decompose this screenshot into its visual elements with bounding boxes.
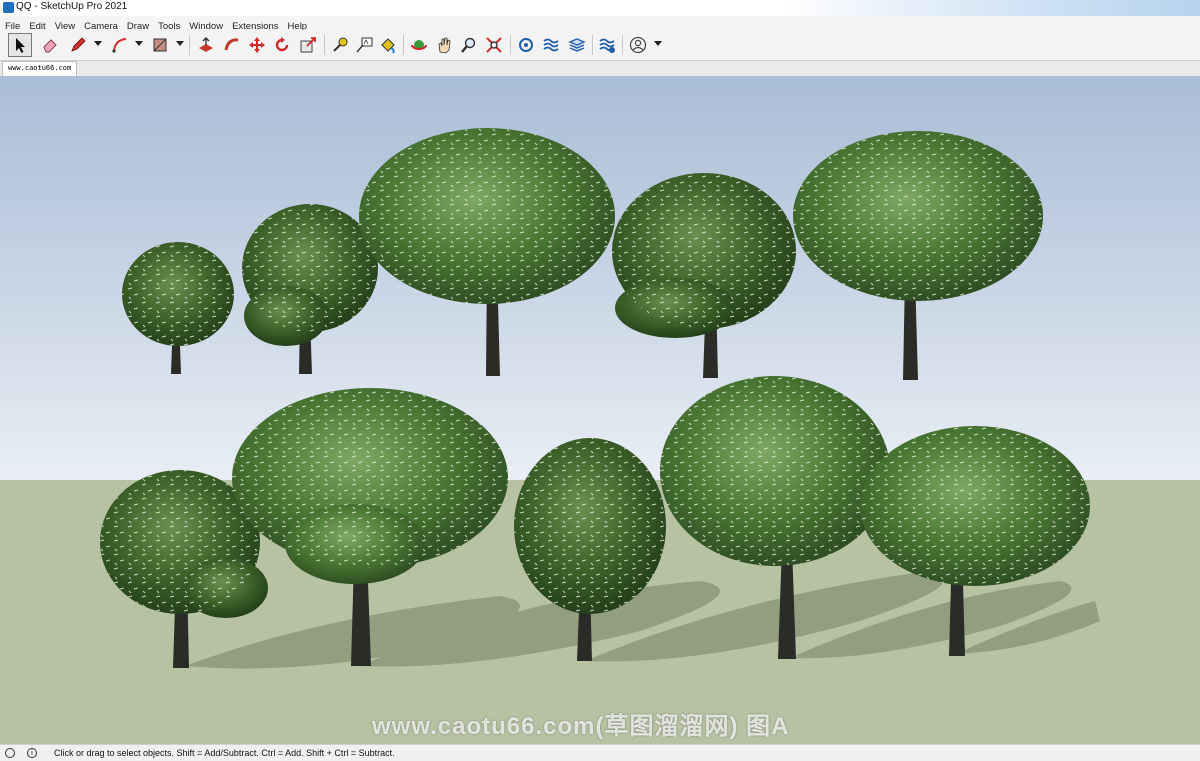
- window-title: QQ - SketchUp Pro 2021: [16, 1, 128, 12]
- title-bar-background: [780, 0, 1200, 16]
- account-button[interactable]: [626, 33, 650, 57]
- pan-tool-button[interactable]: [432, 33, 456, 57]
- paint-bucket-tool-button[interactable]: [376, 33, 400, 57]
- zoom-extents-tool-button[interactable]: [482, 33, 506, 57]
- scene-tab-bar: www.caotu66.com: [0, 61, 1200, 76]
- toolbar-separator: [324, 35, 325, 55]
- extension-manager-button[interactable]: [595, 33, 619, 57]
- paint-bucket-tool-icon: [381, 38, 395, 54]
- orbit-tool-button[interactable]: [407, 33, 431, 57]
- scene-tab[interactable]: www.caotu66.com: [2, 61, 78, 76]
- eraser-tool-icon: [43, 39, 57, 53]
- move-tool-icon: [249, 37, 265, 53]
- info-icon[interactable]: i: [27, 748, 37, 758]
- push-pull-tool-button[interactable]: [194, 33, 218, 57]
- extension-warehouse-button[interactable]: [539, 33, 563, 57]
- status-bar: i Click or drag to select objects. Shift…: [0, 744, 1200, 761]
- watermark-text: www.caotu66.com(草图溜溜网) 图A: [372, 713, 790, 740]
- toolbar-separator: [592, 35, 593, 55]
- scale-tool-icon: [300, 37, 316, 53]
- tape-measure-tool-icon: [333, 37, 348, 52]
- geo-location-icon[interactable]: [5, 748, 15, 758]
- tape-measure-tool-button[interactable]: [328, 33, 352, 57]
- eraser-tool-button[interactable]: [38, 33, 62, 57]
- shape-tool-icon: [153, 38, 167, 52]
- layout-icon: [568, 38, 586, 52]
- pencil-tool-icon: [71, 37, 86, 52]
- pan-tool-icon: [438, 37, 451, 54]
- layout-button[interactable]: [565, 33, 589, 57]
- follow-me-tool-icon: [224, 38, 239, 51]
- text-tool-button[interactable]: [352, 33, 376, 57]
- pencil-tool-button[interactable]: [66, 33, 90, 57]
- follow-me-tool-button[interactable]: [220, 33, 244, 57]
- zoom-extents-tool-icon: [486, 37, 502, 53]
- arc-dropdown-caret[interactable]: [135, 41, 143, 46]
- select-tool-button[interactable]: [8, 33, 32, 57]
- tree-back-1: [122, 242, 234, 374]
- status-message: Click or drag to select objects. Shift =…: [54, 748, 395, 758]
- main-toolbar: [0, 30, 1200, 61]
- tree-back-2: [242, 204, 378, 374]
- menu-bar: File Edit View Camera Draw Tools Window Extensi…: [0, 16, 1200, 32]
- toolbar-separator: [622, 35, 623, 55]
- extension-manager-icon: [599, 38, 615, 53]
- shape-dropdown-caret[interactable]: [176, 41, 184, 46]
- move-tool-button[interactable]: [245, 33, 269, 57]
- arc-tool-button[interactable]: [108, 33, 132, 57]
- account-icon: [629, 36, 647, 54]
- zoom-tool-icon: [461, 37, 476, 53]
- pencil-dropdown-caret[interactable]: [94, 41, 102, 46]
- tree-scene: [100, 128, 1100, 669]
- model-viewport[interactable]: www.caotu66.com(草图溜溜网) 图A: [0, 76, 1200, 744]
- orbit-tool-icon: [411, 40, 427, 50]
- text-tool-icon: [356, 37, 373, 53]
- rotate-tool-icon: [275, 37, 289, 52]
- sketchup-app-icon: [3, 2, 14, 13]
- title-bar: QQ - SketchUp Pro 2021: [0, 0, 1200, 17]
- select-tool-icon: [16, 38, 25, 53]
- shape-tool-button[interactable]: [148, 33, 172, 57]
- zoom-tool-button[interactable]: [457, 33, 481, 57]
- toolbar-separator: [403, 35, 404, 55]
- tree-back-4: [612, 173, 796, 378]
- rotate-tool-button[interactable]: [270, 33, 294, 57]
- scale-tool-button[interactable]: [296, 33, 320, 57]
- toolbar-separator: [189, 35, 190, 55]
- toolbar-separator: [510, 35, 511, 55]
- extension-warehouse-icon: [543, 38, 559, 52]
- tree-back-5: [793, 131, 1043, 380]
- arc-tool-icon: [112, 38, 127, 53]
- account-dropdown-caret[interactable]: [654, 41, 662, 46]
- push-pull-tool-icon: [199, 37, 213, 52]
- warehouse-button[interactable]: [514, 33, 538, 57]
- tree-back-3: [359, 128, 615, 376]
- warehouse-icon: [519, 38, 533, 52]
